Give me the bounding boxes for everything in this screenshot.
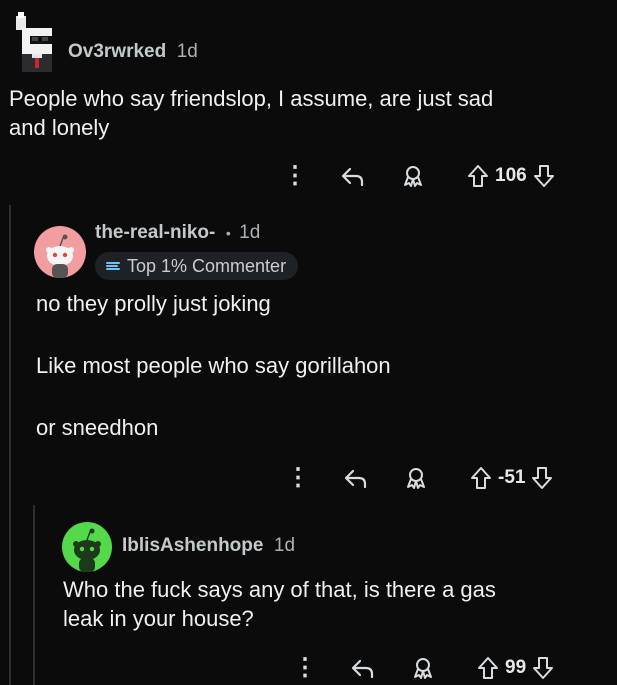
- downvote-icon[interactable]: [531, 466, 553, 490]
- timestamp: 1d: [273, 535, 296, 556]
- pixel-avatar-icon: [16, 12, 52, 72]
- vote-score: -51: [498, 467, 526, 488]
- snoo-avatar-icon: [73, 528, 101, 572]
- thread-line-root[interactable]: [9, 205, 11, 685]
- award-icon[interactable]: [411, 656, 435, 680]
- more-options-icon[interactable]: ⋮: [283, 164, 307, 188]
- comment-actions: ⋮ -51: [286, 466, 553, 490]
- separator-dot: •: [225, 225, 231, 241]
- downvote-icon[interactable]: [533, 164, 555, 188]
- comment-body: People who say friendslop, I assume, are…: [9, 86, 494, 140]
- username[interactable]: Ov3rwrked: [68, 41, 166, 62]
- thread-line-reply[interactable]: [33, 505, 35, 685]
- timestamp: 1d: [239, 222, 261, 243]
- comment-actions: ⋮ 106: [283, 164, 555, 188]
- snoo-avatar-icon: [46, 234, 74, 278]
- more-options-icon[interactable]: ⋮: [293, 656, 317, 680]
- avatar[interactable]: [62, 522, 112, 572]
- badge-label: Top 1% Commenter: [127, 255, 287, 276]
- avatar[interactable]: [8, 12, 60, 72]
- award-icon[interactable]: [404, 466, 428, 490]
- username[interactable]: the-real-niko-: [95, 222, 215, 243]
- upvote-icon[interactable]: [467, 164, 489, 188]
- comment-header: Ov3rwrked 1d: [68, 41, 198, 63]
- comment-header: the-real-niko- • 1d: [95, 222, 260, 244]
- comment-actions: ⋮ 99: [293, 656, 554, 680]
- reply-icon[interactable]: [342, 467, 368, 489]
- upvote-icon[interactable]: [470, 466, 492, 490]
- reply-icon[interactable]: [339, 165, 365, 187]
- top-commenter-icon: [105, 258, 121, 274]
- comment-body: no they prolly just joking Like most peo…: [36, 291, 391, 440]
- vote-score: 106: [495, 165, 527, 186]
- comment-body: Who the fuck says any of that, is there …: [63, 577, 496, 631]
- top-commenter-badge[interactable]: Top 1% Commenter: [95, 252, 299, 280]
- downvote-icon[interactable]: [532, 656, 554, 680]
- username[interactable]: IblisAshenhope: [122, 535, 263, 556]
- reply-icon[interactable]: [349, 657, 375, 679]
- more-options-icon[interactable]: ⋮: [286, 466, 310, 490]
- vote-score: 99: [505, 657, 527, 678]
- timestamp: 1d: [176, 41, 198, 62]
- upvote-icon[interactable]: [477, 656, 499, 680]
- award-icon[interactable]: [401, 164, 425, 188]
- avatar[interactable]: [34, 226, 86, 278]
- comment-header: IblisAshenhope 1d: [122, 535, 295, 557]
